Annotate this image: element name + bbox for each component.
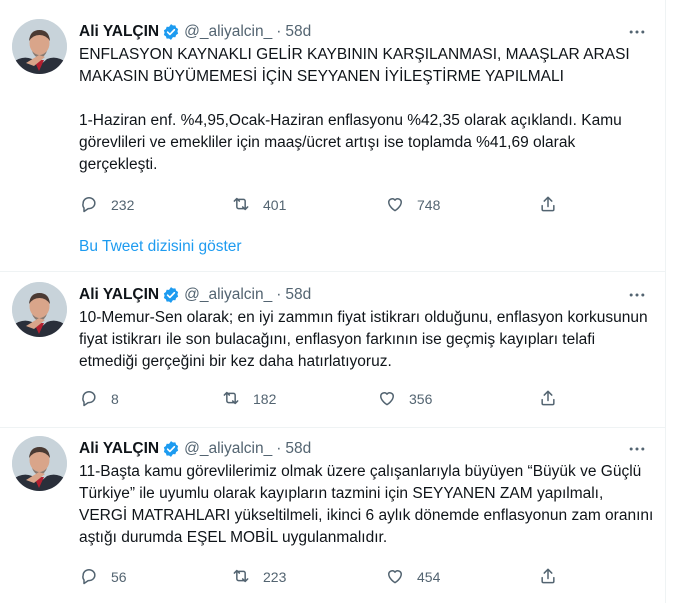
reply-count: 56 — [111, 569, 127, 585]
retweet-icon — [221, 388, 241, 411]
tweet-text: 11-Başta kamu görevlilerimiz olmak üzere… — [79, 463, 654, 546]
tweet-2[interactable]: Ali YALÇIN @_aliyalcin_ · 58d 10-Memur-S… — [0, 272, 665, 428]
reply-count: 8 — [111, 391, 119, 407]
like-count: 454 — [417, 569, 441, 585]
reply-icon — [79, 566, 99, 589]
share-icon — [538, 388, 558, 411]
like-count: 356 — [409, 391, 433, 407]
tweet-1[interactable]: Ali YALÇIN @_aliyalcin_ · 58d ENFLASYON … — [0, 0, 665, 272]
reply-icon — [79, 388, 99, 411]
share-button[interactable] — [538, 387, 558, 411]
retweet-count: 223 — [263, 569, 287, 585]
like-count: 748 — [417, 197, 441, 213]
share-button[interactable] — [538, 565, 558, 589]
timeline-column: Ali YALÇIN @_aliyalcin_ · 58d ENFLASYON … — [0, 0, 666, 603]
tweet-header: Ali YALÇIN @_aliyalcin_ · 58d — [79, 21, 311, 43]
tweet-actions: 8 182 356 — [79, 387, 559, 411]
more-options-icon[interactable] — [626, 21, 648, 43]
tweet-3[interactable]: Ali YALÇIN @_aliyalcin_ · 58d 11-Başta k… — [0, 428, 665, 603]
retweet-button[interactable]: 223 — [231, 565, 286, 589]
retweet-button[interactable]: 401 — [231, 193, 286, 217]
avatar[interactable] — [12, 282, 67, 337]
timestamp[interactable]: 58d — [285, 23, 311, 41]
share-button[interactable] — [538, 193, 558, 217]
avatar[interactable] — [12, 436, 67, 491]
retweet-count: 182 — [253, 391, 277, 407]
separator-dot: · — [276, 440, 282, 457]
reply-count: 232 — [111, 197, 135, 213]
author-name[interactable]: Ali YALÇIN — [79, 23, 159, 41]
like-icon — [377, 388, 397, 411]
timestamp[interactable]: 58d — [285, 286, 311, 304]
tweet-header: Ali YALÇIN @_aliyalcin_ · 58d — [79, 284, 311, 306]
reply-button[interactable]: 8 — [79, 387, 119, 411]
author-name[interactable]: Ali YALÇIN — [79, 286, 159, 304]
timestamp[interactable]: 58d — [285, 440, 311, 458]
reply-icon — [79, 194, 99, 217]
separator-dot: · — [276, 23, 282, 40]
like-icon — [385, 566, 405, 589]
reply-button[interactable]: 56 — [79, 565, 127, 589]
more-options-icon[interactable] — [626, 284, 648, 306]
separator-dot: · — [276, 286, 282, 303]
author-handle[interactable]: @_aliyalcin_ — [184, 286, 272, 304]
retweet-button[interactable]: 182 — [221, 387, 276, 411]
show-thread-link[interactable]: Bu Tweet dizisini göster — [79, 238, 242, 256]
share-icon — [538, 566, 558, 589]
verified-badge-icon — [162, 440, 180, 458]
tweet-text: ENFLASYON KAYNAKLI GELİR KAYBININ KARŞIL… — [79, 46, 630, 173]
avatar[interactable] — [12, 19, 67, 74]
retweet-icon — [231, 194, 251, 217]
like-button[interactable]: 748 — [385, 193, 440, 217]
tweet-actions: 232 401 748 — [79, 193, 559, 217]
retweet-icon — [231, 566, 251, 589]
author-handle[interactable]: @_aliyalcin_ — [184, 440, 272, 458]
tweet-header: Ali YALÇIN @_aliyalcin_ · 58d — [79, 438, 311, 460]
author-name[interactable]: Ali YALÇIN — [79, 440, 159, 458]
like-button[interactable]: 454 — [385, 565, 440, 589]
verified-badge-icon — [162, 286, 180, 304]
more-options-icon[interactable] — [626, 438, 648, 460]
like-button[interactable]: 356 — [377, 387, 432, 411]
reply-button[interactable]: 232 — [79, 193, 134, 217]
tweet-text: 10-Memur-Sen olarak; en iyi zammın fiyat… — [79, 309, 648, 370]
verified-badge-icon — [162, 23, 180, 41]
share-icon — [538, 194, 558, 217]
retweet-count: 401 — [263, 197, 287, 213]
author-handle[interactable]: @_aliyalcin_ — [184, 23, 272, 41]
like-icon — [385, 194, 405, 217]
tweet-actions: 56 223 454 — [79, 565, 559, 589]
